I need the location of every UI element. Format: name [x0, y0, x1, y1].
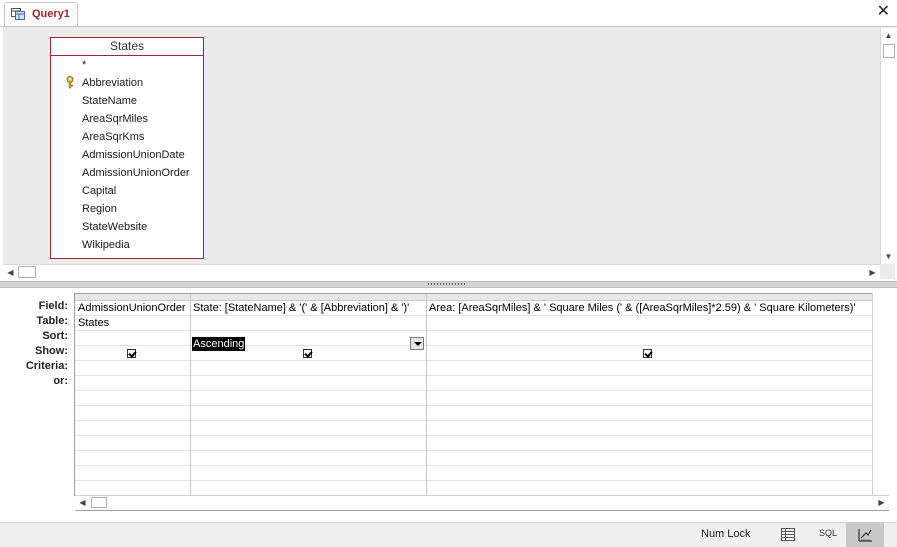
status-bar: Num Lock SQL	[0, 522, 897, 547]
sql-view-button[interactable]: SQL	[819, 528, 837, 538]
field-item-wikipedia[interactable]: Wikipedia	[82, 239, 130, 251]
table-pane: States * Abbreviation StateName AreaSqrM…	[3, 27, 895, 279]
grid-column-1[interactable]: AdmissionUnionOrder States	[75, 294, 191, 496]
scroll-down-icon[interactable]: ▼	[881, 249, 896, 264]
sort-selected-value[interactable]: Ascending	[192, 337, 246, 351]
field-item-statename[interactable]: StateName	[82, 95, 137, 107]
scroll-left-icon[interactable]: ◀	[3, 265, 18, 280]
field-item-capital[interactable]: Capital	[82, 185, 116, 197]
document-tab-strip: Query1 ✕	[0, 0, 897, 27]
field-item-statewebsite[interactable]: StateWebsite	[82, 221, 147, 233]
pane-splitter[interactable]	[0, 281, 897, 288]
grid-column-3[interactable]: Area: [AreaSqrMiles] & ' Square Miles ('…	[426, 294, 873, 496]
upper-horizontal-scrollbar[interactable]: ◀ ▶	[3, 264, 880, 280]
field-item-areasqrmiles[interactable]: AreaSqrMiles	[82, 113, 148, 125]
field-item-admissionunionorder[interactable]: AdmissionUnionOrder	[82, 167, 190, 179]
field-cell[interactable]: Area: [AreaSqrMiles] & ' Square Miles ('…	[429, 301, 869, 316]
show-checkbox[interactable]	[643, 349, 652, 358]
num-lock-indicator: Num Lock	[701, 528, 751, 540]
table-cell[interactable]: States	[78, 316, 109, 331]
field-item-star[interactable]: *	[82, 59, 86, 71]
upper-vertical-scroll-thumb[interactable]	[883, 44, 895, 58]
field-cell[interactable]: State: [StateName] & '(' & [Abbreviation…	[193, 301, 425, 316]
row-label-field: Field:	[38, 300, 68, 312]
query-design-grid[interactable]: AdmissionUnionOrder States State: [State…	[74, 293, 890, 496]
field-item-abbreviation[interactable]: Abbreviation	[82, 77, 143, 89]
grid-horizontal-scroll-thumb[interactable]	[91, 497, 107, 508]
tab-query1[interactable]: Query1	[4, 2, 78, 26]
row-label-show: Show:	[35, 345, 68, 357]
field-item-region[interactable]: Region	[82, 203, 117, 215]
tab-label: Query1	[32, 8, 70, 20]
chevron-down-icon[interactable]	[410, 337, 424, 350]
grid-horizontal-scrollbar[interactable]: ◀ ▶	[75, 495, 889, 511]
sort-dropdown[interactable]: Ascending	[192, 337, 424, 351]
splitter-grip-icon[interactable]	[428, 283, 466, 285]
scroll-right-icon[interactable]: ▶	[865, 265, 880, 280]
design-view-button[interactable]	[846, 523, 884, 547]
close-icon[interactable]: ✕	[877, 3, 890, 21]
scroll-up-icon[interactable]: ▲	[881, 28, 896, 43]
scroll-right-icon[interactable]: ▶	[874, 495, 889, 510]
grid-column-2[interactable]: State: [StateName] & '(' & [Abbreviation…	[190, 294, 427, 496]
table-title[interactable]: States	[51, 38, 203, 56]
grid-right-margin	[872, 293, 890, 495]
row-label-table: Table:	[36, 315, 68, 327]
row-label-criteria: Criteria:	[25, 360, 68, 372]
upper-vertical-scrollbar[interactable]: ▲ ▼	[880, 28, 897, 264]
design-view-icon	[858, 529, 872, 542]
row-label-or: or:	[53, 375, 68, 387]
query-design-icon	[11, 8, 25, 20]
field-item-admissionuniondate[interactable]: AdmissionUnionDate	[82, 149, 185, 161]
scroll-left-icon[interactable]: ◀	[75, 495, 90, 510]
datasheet-view-icon[interactable]	[781, 528, 795, 541]
table-field-list-states[interactable]: States * Abbreviation StateName AreaSqrM…	[50, 37, 204, 259]
row-label-sort: Sort:	[42, 330, 68, 342]
primary-key-icon	[66, 76, 74, 89]
show-checkbox[interactable]	[127, 349, 136, 358]
field-cell[interactable]: AdmissionUnionOrder	[78, 301, 188, 316]
grid-row-labels: Field: Table: Sort: Show: Criteria: or:	[0, 299, 72, 389]
upper-horizontal-scroll-thumb[interactable]	[18, 266, 36, 278]
field-item-areasqrkms[interactable]: AreaSqrKms	[82, 131, 144, 143]
